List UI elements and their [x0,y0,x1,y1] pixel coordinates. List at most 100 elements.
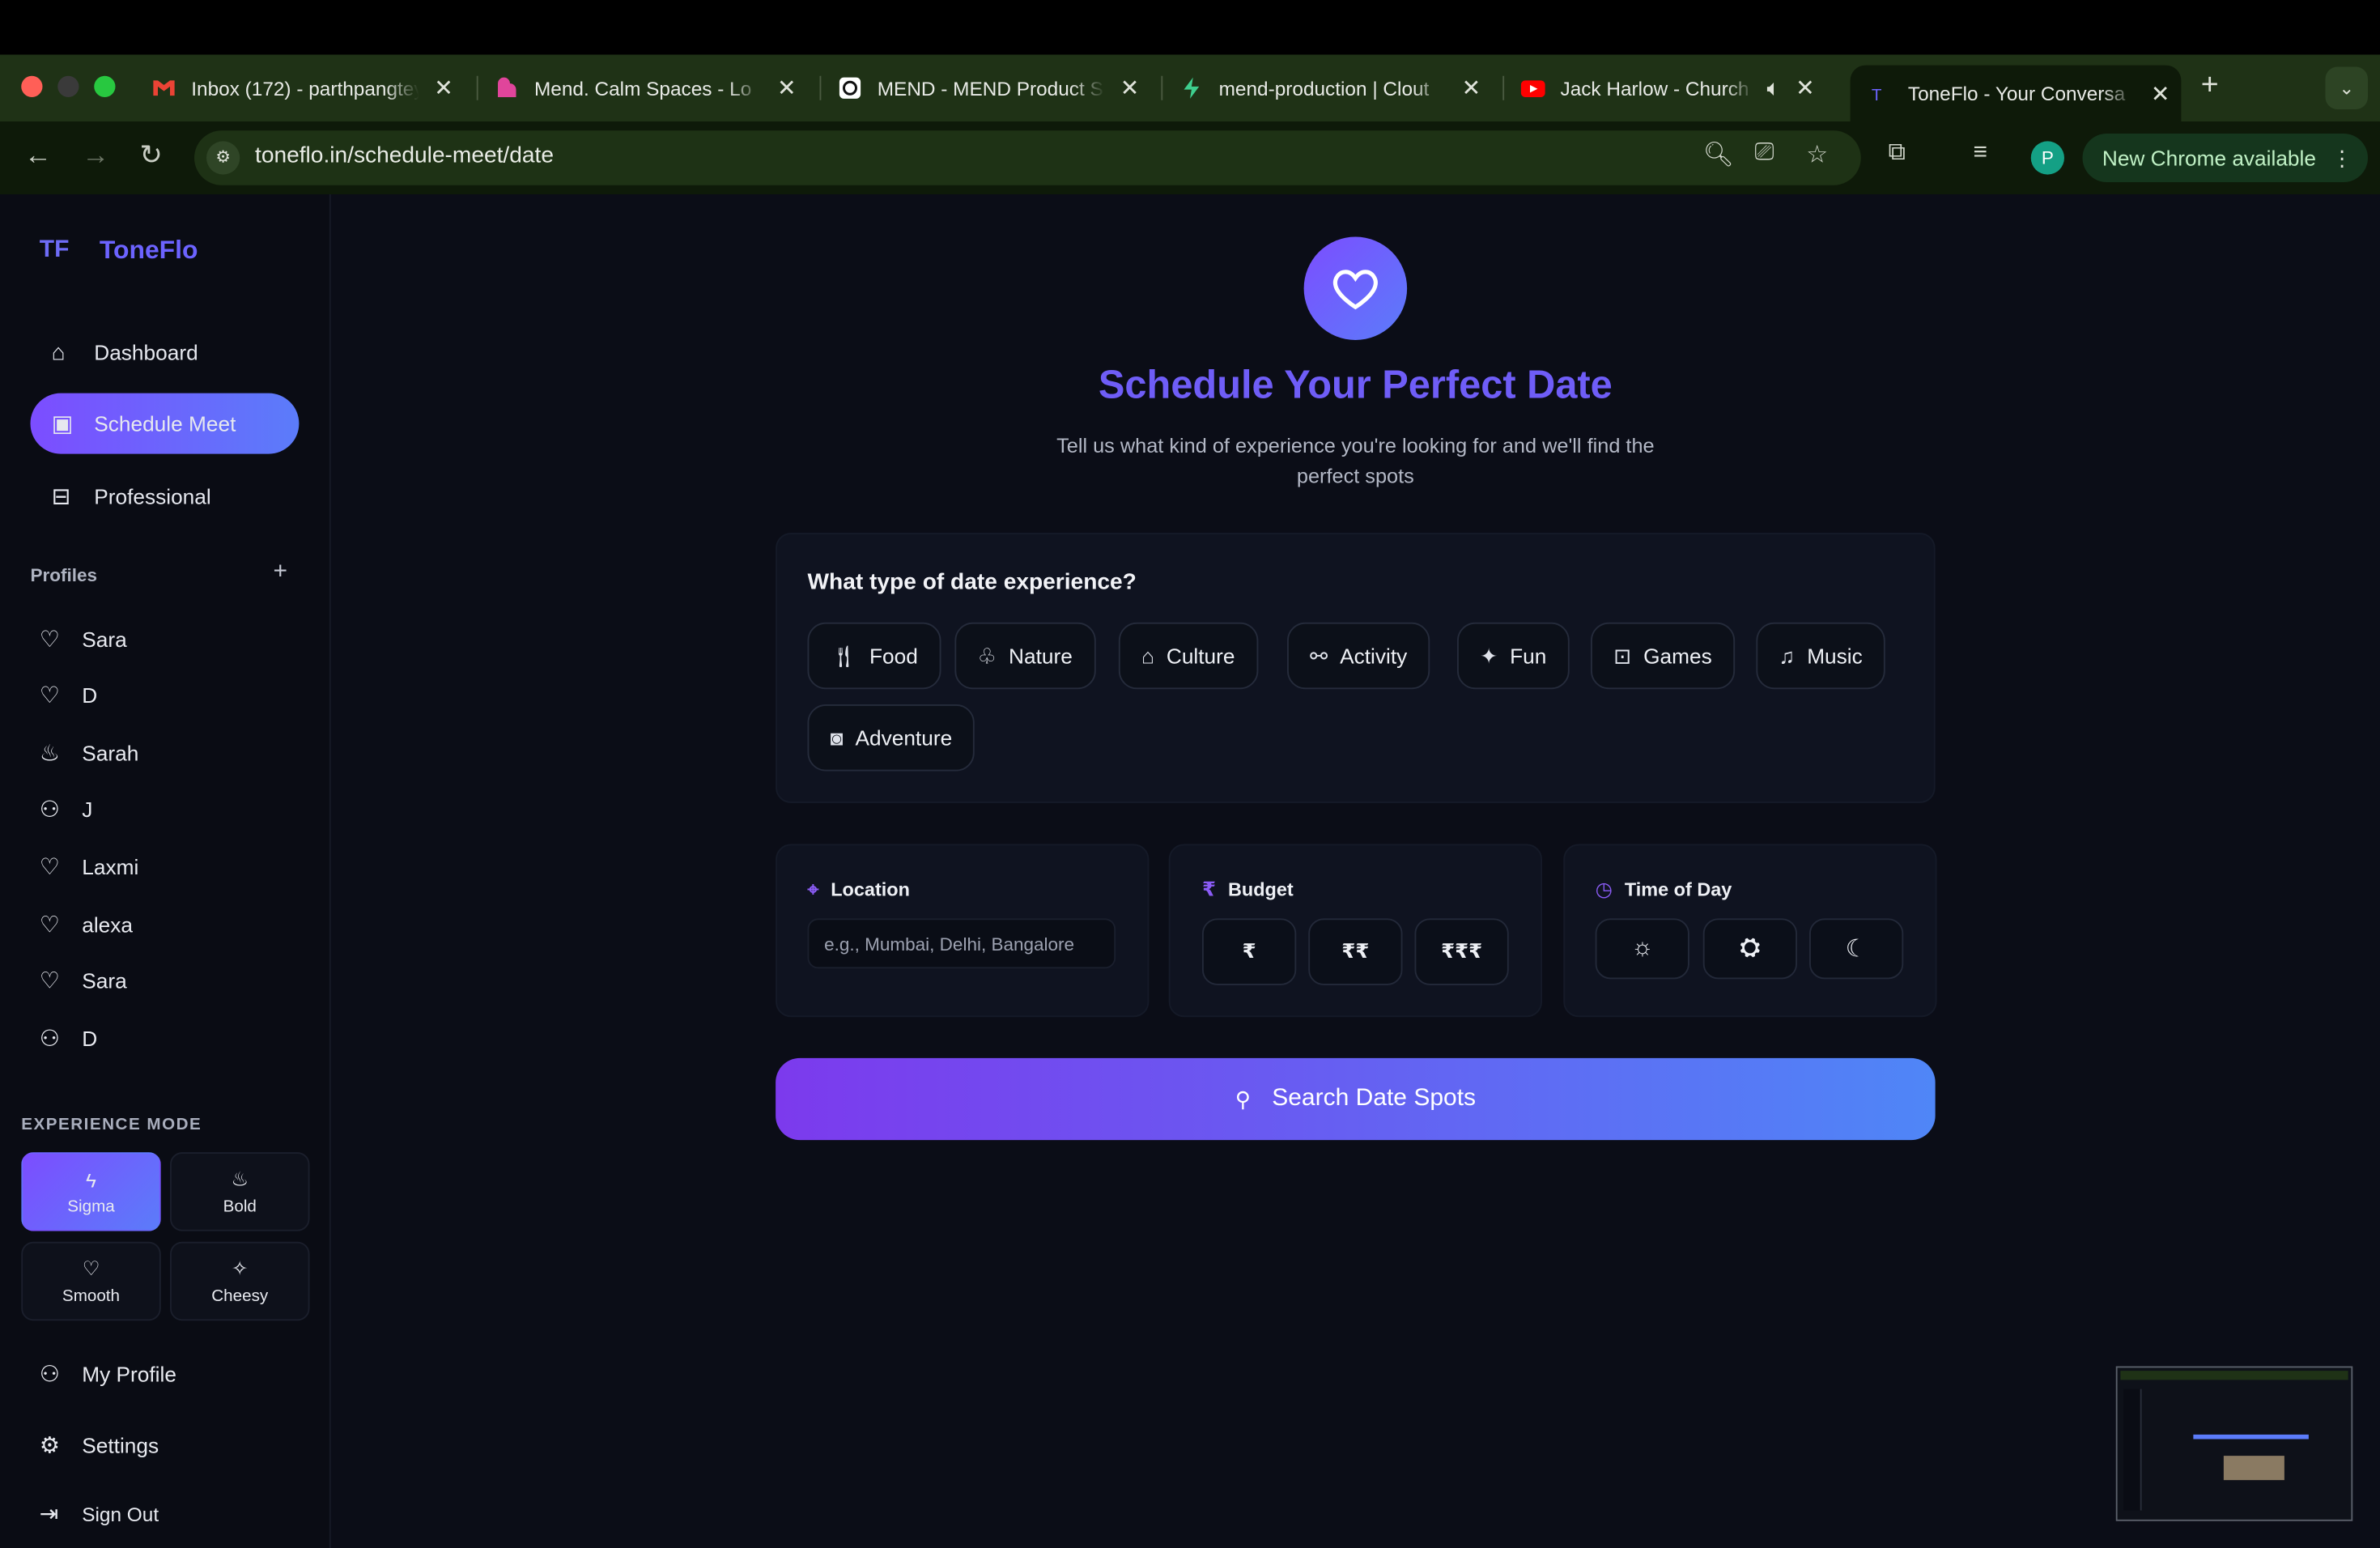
new-tab-button[interactable]: + [2201,68,2219,103]
close-window-button[interactable] [21,75,43,97]
profile-name: J [82,797,93,822]
close-tab-icon[interactable]: ✕ [434,74,453,102]
screen-top-strip [0,0,2380,55]
new-chrome-available-button[interactable]: New Chrome available ⋮ [2082,134,2368,182]
speaker-icon[interactable]: 🔈︎ [1767,75,1781,101]
category-label: Food [869,644,918,668]
bolt-icon [1184,77,1200,99]
back-icon[interactable]: ← [24,140,52,172]
tab-search-button[interactable]: ⌄ [2325,66,2368,109]
screenshot-preview-thumbnail[interactable] [2115,1366,2353,1521]
tab-gmail[interactable]: Inbox (172) - parthpangtey ✕ [152,66,453,111]
category-adventure[interactable]: ◙ Adventure [807,704,975,772]
tree-icon: ♧ [977,643,997,668]
my-profile-link[interactable]: ⚇ My Profile [40,1360,176,1388]
extensions-icon[interactable]: ⧉ [1889,140,1906,168]
reload-icon[interactable]: ↻ [140,140,163,172]
rupee-icon: ₹ [1202,877,1216,900]
tab-openai[interactable]: MEND - MEND Product S ✕ [838,66,1139,111]
media-controls-icon[interactable]: ≡ [1974,140,1988,168]
sign-out-link[interactable]: ⇥ Sign Out [39,1500,159,1528]
svg-text:T: T [1872,85,1882,104]
time-of-day-label: ◷ Time of Day [1596,878,1732,902]
location-input[interactable] [807,918,1116,969]
budget-mid-button[interactable]: ₹₹ [1308,918,1403,985]
location-label-text: Location [831,878,910,900]
category-culture[interactable]: ⌂ Culture [1118,622,1258,690]
category-label: Culture [1166,644,1235,668]
kebab-menu-icon[interactable]: ⋮ [2331,134,2352,182]
afternoon-button[interactable]: ⛭ [1702,918,1797,980]
tab-toneflo[interactable]: T ToneFlo - Your Conversa ✕ [1850,65,2182,121]
brand[interactable]: TF ToneFlo [40,236,198,266]
heart-icon: ♡ [39,627,60,653]
zoom-window-button[interactable] [94,75,116,97]
category-fun[interactable]: ✦ Fun [1457,622,1570,690]
close-tab-icon[interactable]: ✕ [1796,74,1815,102]
forward-icon[interactable]: → [82,140,109,172]
openai-icon [839,77,861,99]
search-icon: ⚲ [1235,1086,1251,1111]
zoom-icon[interactable]: 🔍︎ [1703,140,1734,171]
tab-mend[interactable]: Mend. Calm Spaces - Lo ✕ [495,66,797,111]
budget-high-button[interactable]: ₹₹₹ [1414,918,1509,985]
mode-bold[interactable]: ♨ Bold [170,1152,310,1231]
profile-item[interactable]: ♡ Sara [40,626,127,653]
close-tab-icon[interactable]: ✕ [2151,79,2170,107]
home-icon: ⌂ [51,339,66,365]
profile-avatar[interactable]: P [2030,141,2064,175]
profile-item[interactable]: ♡ Laxmi [40,853,139,881]
tab-supabase[interactable]: mend-production | Clout ✕ [1179,66,1481,111]
hero-heart-badge [1303,236,1408,340]
sign-out-icon: ⇥ [39,1501,59,1528]
user-icon: ⚇ [39,1026,60,1053]
url-text[interactable]: toneflo.in/schedule-meet/date [255,142,554,168]
experience-mode-heading: EXPERIENCE MODE [21,1116,202,1134]
close-tab-icon[interactable]: ✕ [1120,74,1140,102]
nav-professional[interactable]: ⊟ Professional [31,466,300,527]
search-button-label: Search Date Spots [1272,1085,1477,1112]
nav-dashboard[interactable]: ⌂ Dashboard [31,322,300,383]
budget-low-button[interactable]: ₹ [1202,918,1297,985]
add-profile-button[interactable]: + [274,559,288,586]
mode-cheesy[interactable]: ✧ Cheesy [170,1241,310,1321]
settings-link[interactable]: ⚙ Settings [40,1431,159,1459]
youtube-icon [1520,80,1545,97]
category-label: Music [1807,644,1863,668]
tab-separator [1502,75,1505,100]
tab-youtube[interactable]: Jack Harlow - Church 🔈︎ ✕ [1520,66,1815,111]
heart-icon: ♡ [39,683,60,709]
profile-item[interactable]: ♨ Sarah [40,739,139,767]
minimize-window-button[interactable] [57,75,79,97]
tab-title: Jack Harlow - Church [1560,76,1749,100]
nav-label: Professional [94,484,211,509]
evening-button[interactable]: ☾ [1809,918,1904,980]
profile-item[interactable]: ♡ Sara [40,967,127,994]
category-food[interactable]: 🍴︎ Food [807,622,941,690]
close-tab-icon[interactable]: ✕ [777,74,797,102]
budget-label: ₹ Budget [1202,878,1294,902]
profile-item[interactable]: ♡ alexa [40,911,133,938]
category-nature[interactable]: ♧ Nature [954,622,1095,690]
category-label: Activity [1340,644,1408,668]
gmail-icon [153,80,175,96]
tab-title: mend-production | Clout [1218,76,1430,100]
install-app-icon[interactable]: ⎚ [1755,140,1774,168]
search-date-spots-button[interactable]: ⚲ Search Date Spots [776,1057,1936,1141]
mode-sigma[interactable]: ϟ Sigma [21,1152,161,1231]
tab-separator [1161,75,1163,100]
category-games[interactable]: ⊡ Games [1591,622,1735,690]
category-activity[interactable]: ⚯ Activity [1287,622,1430,690]
bookmark-star-icon[interactable]: ☆ [1806,140,1828,171]
profile-item[interactable]: ♡ D [40,682,97,709]
profile-item[interactable]: ⚇ J [40,796,93,823]
map-pin-icon: ⌖ [807,877,819,900]
profile-item[interactable]: ⚇ D [40,1025,97,1053]
close-tab-icon[interactable]: ✕ [1462,74,1481,102]
site-info-icon[interactable]: ⚙ [206,141,240,175]
category-music[interactable]: ♫ Music [1756,622,1885,690]
heart-icon: ♡ [39,968,60,995]
nav-schedule-meet[interactable]: ▣ Schedule Meet [30,393,300,454]
morning-button[interactable]: ☼ [1595,918,1689,980]
mode-smooth[interactable]: ♡ Smooth [21,1241,161,1321]
